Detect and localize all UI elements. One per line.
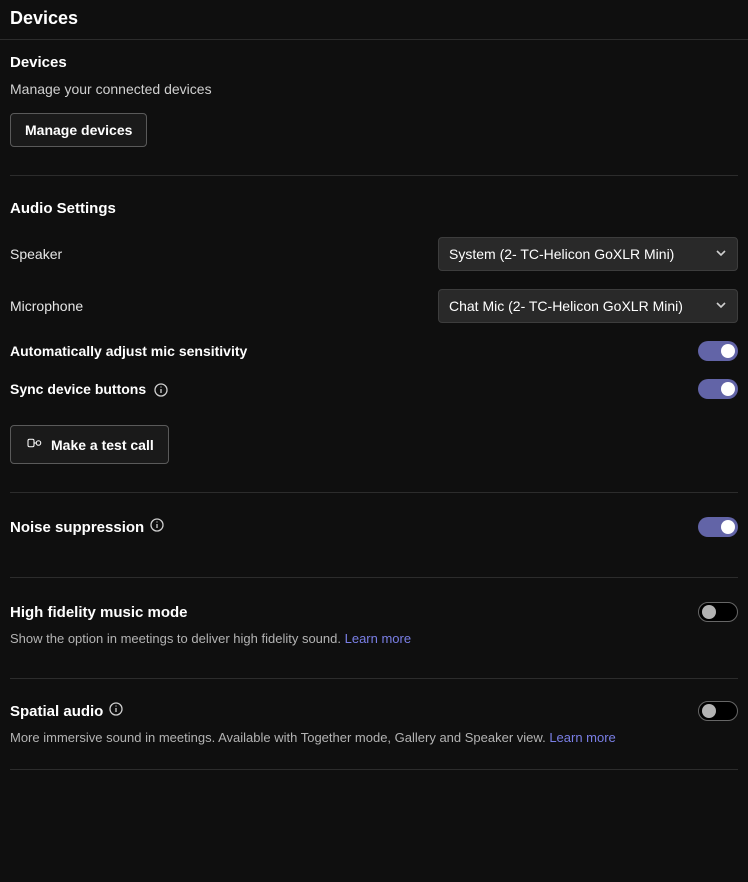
sync-buttons-toggle[interactable] [698, 379, 738, 399]
divider [10, 577, 738, 578]
speaker-value: System (2- TC-Helicon GoXLR Mini) [449, 246, 674, 262]
sync-buttons-row: Sync device buttons [10, 379, 738, 399]
microphone-value: Chat Mic (2- TC-Helicon GoXLR Mini) [449, 298, 683, 314]
auto-adjust-toggle[interactable] [698, 341, 738, 361]
test-call-icon [25, 434, 43, 455]
chevron-down-icon [715, 298, 727, 314]
noise-suppression-title: Noise suppression [10, 518, 164, 536]
microphone-row: Microphone Chat Mic (2- TC-Helicon GoXLR… [10, 289, 738, 323]
devices-subtitle: Manage your connected devices [10, 81, 738, 97]
divider [10, 769, 738, 770]
info-icon[interactable] [150, 518, 164, 536]
title-bar: Devices [0, 0, 748, 40]
audio-settings-heading: Audio Settings [10, 200, 738, 217]
auto-adjust-label: Automatically adjust mic sensitivity [10, 343, 247, 359]
hifi-toggle[interactable] [698, 602, 738, 622]
divider [10, 678, 738, 679]
spatial-audio-title: Spatial audio [10, 702, 123, 720]
make-test-call-button[interactable]: Make a test call [10, 425, 169, 464]
microphone-label: Microphone [10, 298, 83, 314]
devices-heading: Devices [10, 54, 738, 71]
noise-suppression-toggle[interactable] [698, 517, 738, 537]
speaker-label: Speaker [10, 246, 62, 262]
devices-section: Devices Manage your connected devices Ma… [10, 54, 738, 147]
hifi-description: Show the option in meetings to deliver h… [10, 630, 738, 648]
noise-suppression-section: Noise suppression [10, 517, 738, 537]
divider [10, 492, 738, 493]
auto-adjust-row: Automatically adjust mic sensitivity [10, 341, 738, 361]
page-title: Devices [10, 8, 738, 29]
audio-settings-section: Audio Settings Speaker System (2- TC-Hel… [10, 200, 738, 464]
make-test-call-label: Make a test call [51, 437, 154, 453]
sync-buttons-label: Sync device buttons [10, 381, 168, 397]
info-icon[interactable] [109, 702, 123, 720]
hifi-title: High fidelity music mode [10, 604, 188, 621]
speaker-row: Speaker System (2- TC-Helicon GoXLR Mini… [10, 237, 738, 271]
chevron-down-icon [715, 246, 727, 262]
spatial-audio-section: Spatial audio More immersive sound in me… [10, 701, 738, 747]
microphone-dropdown[interactable]: Chat Mic (2- TC-Helicon GoXLR Mini) [438, 289, 738, 323]
spatial-learn-more-link[interactable]: Learn more [549, 730, 615, 745]
hifi-section: High fidelity music mode Show the option… [10, 602, 738, 648]
info-icon[interactable] [154, 383, 168, 397]
divider [10, 175, 738, 176]
spatial-audio-toggle[interactable] [698, 701, 738, 721]
speaker-dropdown[interactable]: System (2- TC-Helicon GoXLR Mini) [438, 237, 738, 271]
manage-devices-label: Manage devices [25, 122, 132, 138]
hifi-learn-more-link[interactable]: Learn more [345, 631, 411, 646]
manage-devices-button[interactable]: Manage devices [10, 113, 147, 147]
spatial-audio-description: More immersive sound in meetings. Availa… [10, 729, 738, 747]
